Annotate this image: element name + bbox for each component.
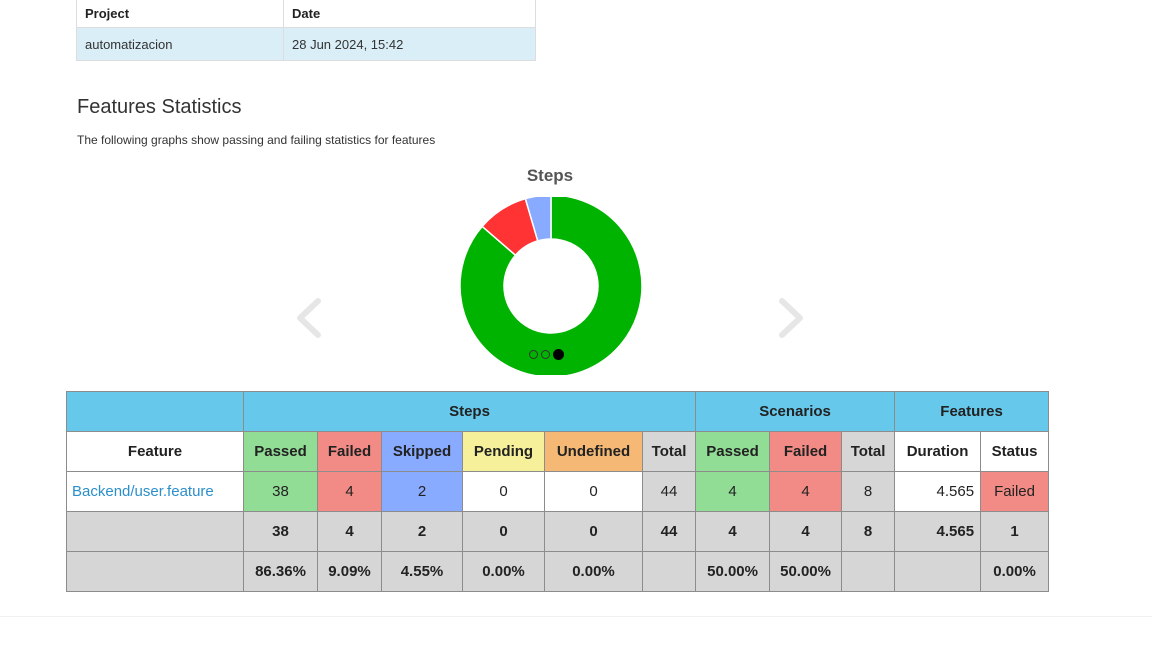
steps-failed-header[interactable]: Failed	[317, 431, 382, 472]
scenarios-failed-header[interactable]: Failed	[769, 431, 843, 472]
duration-header[interactable]: Duration	[894, 431, 982, 472]
total-steps-undefined: 0	[544, 511, 643, 552]
chart-title: Steps	[526, 166, 574, 185]
feature-name-cell: Backend/user.feature	[66, 471, 244, 512]
pct-duration	[894, 551, 982, 592]
total-duration: 4.565	[894, 511, 982, 552]
pct-status: 0.00%	[980, 551, 1050, 592]
run-date: 28 Jun 2024, 15:42	[283, 27, 536, 61]
project-name: automatizacion	[76, 27, 284, 61]
totals-row: 38 4 2 0 0 44 4 4 8 4.565 1	[66, 511, 1050, 552]
pct-steps-passed: 86.36%	[243, 551, 318, 592]
steps-undefined-cell: 0	[544, 471, 643, 512]
steps-total-header[interactable]: Total	[641, 431, 697, 472]
features-group-header: Features	[894, 391, 1050, 432]
group-header-row: Steps Scenarios Features	[66, 391, 1050, 432]
total-scenarios-passed: 4	[695, 511, 771, 552]
pct-steps-total	[641, 551, 697, 592]
scenarios-group-header: Scenarios	[695, 391, 896, 432]
total-scenarios-failed: 4	[769, 511, 843, 552]
pct-steps-undefined: 0.00%	[544, 551, 643, 592]
feature-link[interactable]: Backend/user.feature	[72, 483, 214, 500]
steps-pending-cell: 0	[462, 471, 545, 512]
project-info-table: Project Date automatizacion 28 Jun 2024,…	[76, 0, 536, 61]
column-header-row: Feature Passed Failed Skipped Pending Un…	[66, 431, 1050, 472]
status-cell: Failed	[980, 471, 1050, 512]
table-row: Backend/user.feature 38 4 2 0 0 44 4 4 8…	[66, 471, 1050, 512]
total-scenarios-total: 8	[841, 511, 896, 552]
total-steps-passed: 38	[243, 511, 318, 552]
pct-scenarios-total	[841, 551, 896, 592]
date-header: Date	[283, 0, 536, 28]
steps-passed-cell: 38	[243, 471, 318, 512]
percentages-label-cell	[66, 551, 244, 592]
scenarios-failed-cell: 4	[769, 471, 843, 512]
status-header[interactable]: Status	[980, 431, 1050, 472]
carousel-indicators	[529, 349, 564, 360]
pct-steps-pending: 0.00%	[462, 551, 545, 592]
feature-column-header[interactable]: Feature	[66, 431, 244, 472]
duration-cell: 4.565	[894, 471, 982, 512]
divider	[0, 616, 1152, 617]
carousel-indicator-1[interactable]	[529, 350, 538, 359]
feature-statistics-table: Steps Scenarios Features Feature Passed …	[66, 391, 1050, 592]
steps-group-header: Steps	[242, 391, 697, 432]
scenarios-passed-cell: 4	[695, 471, 771, 512]
percentages-row: 86.36% 9.09% 4.55% 0.00% 0.00% 50.00% 50…	[66, 551, 1050, 592]
pct-scenarios-passed: 50.00%	[695, 551, 771, 592]
scenarios-total-header[interactable]: Total	[841, 431, 896, 472]
total-steps-skipped: 2	[381, 511, 463, 552]
steps-pending-header[interactable]: Pending	[462, 431, 545, 472]
chevron-right-icon[interactable]	[776, 297, 806, 339]
total-steps-failed: 4	[317, 511, 382, 552]
carousel-indicator-3[interactable]	[553, 349, 564, 360]
steps-skipped-header[interactable]: Skipped	[381, 431, 463, 472]
steps-passed-header[interactable]: Passed	[243, 431, 318, 472]
steps-undefined-header[interactable]: Undefined	[544, 431, 643, 472]
pct-steps-skipped: 4.55%	[381, 551, 463, 592]
project-header: Project	[76, 0, 284, 28]
total-status: 1	[980, 511, 1050, 552]
steps-total-cell: 44	[641, 471, 697, 512]
scenarios-total-cell: 8	[841, 471, 896, 512]
pct-steps-failed: 9.09%	[317, 551, 382, 592]
project-info-header-row: Project Date	[76, 0, 536, 28]
scenarios-passed-header[interactable]: Passed	[695, 431, 771, 472]
total-steps-total: 44	[641, 511, 697, 552]
totals-label-cell	[66, 511, 244, 552]
chevron-left-icon[interactable]	[294, 297, 324, 339]
empty-group-cell	[66, 391, 244, 432]
total-steps-pending: 0	[462, 511, 545, 552]
carousel-indicator-2[interactable]	[541, 350, 550, 359]
pct-scenarios-failed: 50.00%	[769, 551, 843, 592]
steps-failed-cell: 4	[317, 471, 382, 512]
features-statistics-description: The following graphs show passing and fa…	[77, 133, 436, 147]
steps-skipped-cell: 2	[381, 471, 463, 512]
project-info-row: automatizacion 28 Jun 2024, 15:42	[76, 27, 536, 61]
features-statistics-title: Features Statistics	[77, 96, 242, 118]
